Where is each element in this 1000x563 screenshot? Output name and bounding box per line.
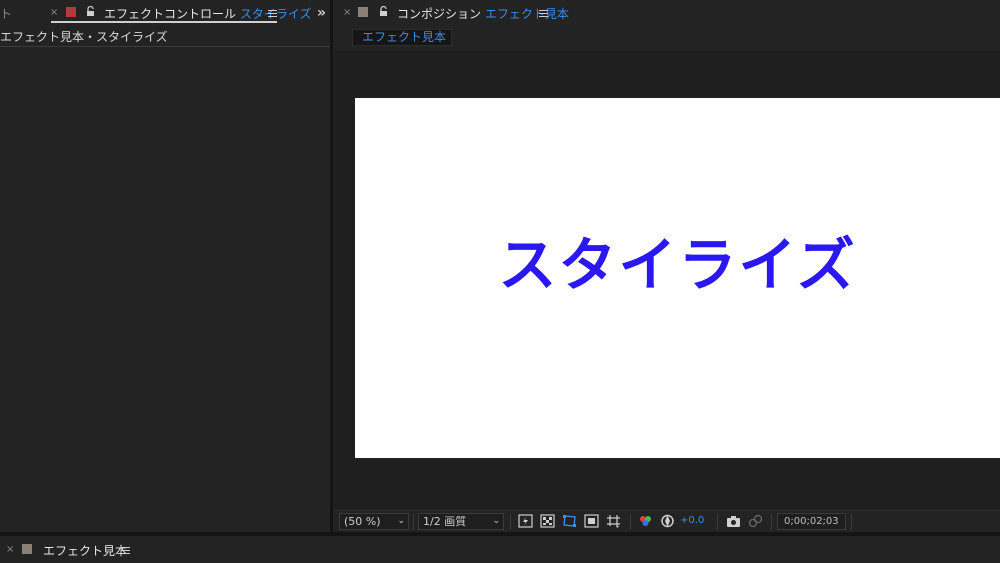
close-tab-icon[interactable]: × — [343, 7, 351, 18]
effect-controls-breadcrumb: エフェクト見本・スタイライズ — [0, 30, 168, 44]
composition-canvas[interactable]: スタイライズ — [355, 98, 1000, 458]
panel-menu-icon[interactable] — [268, 10, 277, 18]
previous-tab-label[interactable]: ト — [0, 5, 12, 22]
comp-color-swatch — [22, 544, 32, 554]
effect-controls-panel: ト × エフェクトコントロール スタイライズ » エフェクト見本・スタイライズ — [0, 0, 330, 532]
composition-navigator-chip[interactable]: エフェクト見本 — [352, 29, 452, 46]
snapshot-camera-icon[interactable] — [726, 514, 741, 528]
panel-menu-icon[interactable] — [539, 10, 548, 18]
divider — [510, 514, 511, 530]
viewer-toolbar: (50 %) ⌄ 1/2 画質 ⌄ +0.0 0;00;02;03 — [333, 510, 1000, 532]
canvas-text-layer[interactable]: スタイライズ — [355, 218, 1000, 302]
panel-menu-icon[interactable] — [121, 547, 130, 555]
transparency-grid-icon[interactable] — [540, 514, 555, 528]
resolution-value: 1/2 画質 — [423, 515, 467, 528]
divider — [413, 514, 414, 530]
divider — [717, 514, 718, 530]
tab-composition-label: コンポジション — [397, 7, 482, 21]
divider — [0, 46, 330, 47]
timeline-panel: × エフェクト見本 — [0, 536, 1000, 563]
magnification-dropdown[interactable]: (50 %) ⌄ — [339, 513, 409, 530]
region-of-interest-icon[interactable] — [584, 514, 599, 528]
magnification-value: (50 %) — [344, 515, 381, 528]
reset-exposure-icon[interactable] — [660, 514, 675, 528]
resolution-dropdown[interactable]: 1/2 画質 ⌄ — [418, 513, 504, 530]
layer-color-swatch — [66, 7, 76, 17]
mask-visibility-icon[interactable] — [562, 514, 577, 528]
lock-icon[interactable] — [379, 6, 388, 17]
active-tab-indicator — [51, 21, 277, 23]
close-tab-icon[interactable]: × — [50, 7, 58, 18]
expand-panels-icon[interactable]: » — [317, 5, 326, 21]
composition-panel: × コンポジション エフェクト見本 エフェクト見本 スタイライズ (50 %) … — [333, 0, 1000, 532]
grid-guides-icon[interactable] — [606, 514, 621, 528]
divider — [630, 514, 631, 530]
tab-composition-name: エフェクト見本 — [484, 7, 569, 21]
tab-timeline[interactable]: エフェクト見本 — [43, 542, 127, 559]
composition-viewer[interactable]: スタイライズ — [333, 52, 1000, 510]
divider — [851, 514, 852, 530]
chevron-down-icon: ⌄ — [492, 516, 500, 526]
lock-icon[interactable] — [86, 6, 95, 17]
composition-tabbar: × コンポジション エフェクト見本 — [333, 0, 1000, 26]
tab-effect-controls-label: エフェクトコントロール — [104, 7, 237, 21]
close-tab-icon[interactable]: × — [6, 544, 14, 555]
comp-color-swatch — [358, 7, 368, 17]
show-snapshot-icon[interactable] — [748, 514, 763, 528]
channel-rgb-icon[interactable] — [638, 514, 653, 528]
tab-effect-controls[interactable]: エフェクトコントロール スタイライズ — [104, 5, 311, 22]
divider — [771, 514, 772, 530]
effect-controls-tabbar: ト × エフェクトコントロール スタイライズ » — [0, 0, 330, 26]
current-time-display[interactable]: 0;00;02;03 — [777, 513, 846, 530]
fast-previews-icon[interactable] — [518, 514, 533, 528]
exposure-value[interactable]: +0.0 — [680, 515, 704, 526]
chevron-down-icon: ⌄ — [397, 516, 405, 526]
